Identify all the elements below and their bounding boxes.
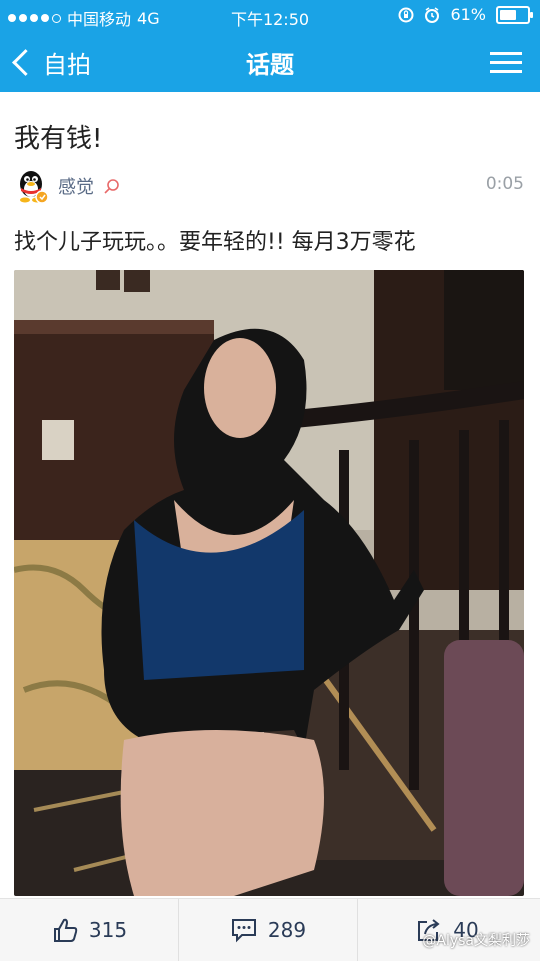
battery-icon [496,5,533,24]
comment-icon [231,919,256,943]
post-time: 0:05 [485,174,524,194]
post-text: 找个儿子玩玩。。要年轻的!! 每月3万零花 [14,230,416,255]
battery-percent: 61% [450,5,486,24]
menu-button[interactable] [490,46,522,74]
navigation-bar: 自拍 话题 [0,30,540,92]
thumbs-up-icon [53,918,78,942]
status-bar: 中国移动 4G 下午12:50 61% [0,0,540,30]
post-photo-image [14,270,524,896]
watermark: @Alysa文梨利莎 [422,933,530,949]
badge-icon [104,179,119,194]
post-content: 我有钱! 感觉 0:05 找个儿子玩玩。。要年轻的!! 每月3万零花 [0,92,540,898]
menu-icon [490,52,522,55]
comment-button[interactable]: 289 [179,899,357,961]
top-bar: 中国移动 4G 下午12:50 61% 自拍 话题 [0,0,540,92]
like-button[interactable]: 315 [0,899,178,961]
author-row[interactable]: 感觉 [14,166,120,206]
alarm-icon [425,6,440,23]
avatar[interactable] [14,169,49,204]
comment-count: 289 [267,918,307,942]
post-title: 我有钱! [14,124,103,154]
page-title: 话题 [246,51,294,79]
rotation-lock-icon [398,7,414,22]
post-photo[interactable] [14,270,524,896]
status-right: 61% [398,5,533,24]
author-name[interactable]: 感觉 [58,173,94,199]
like-count: 315 [88,918,128,942]
penguin-avatar-icon [20,171,49,204]
